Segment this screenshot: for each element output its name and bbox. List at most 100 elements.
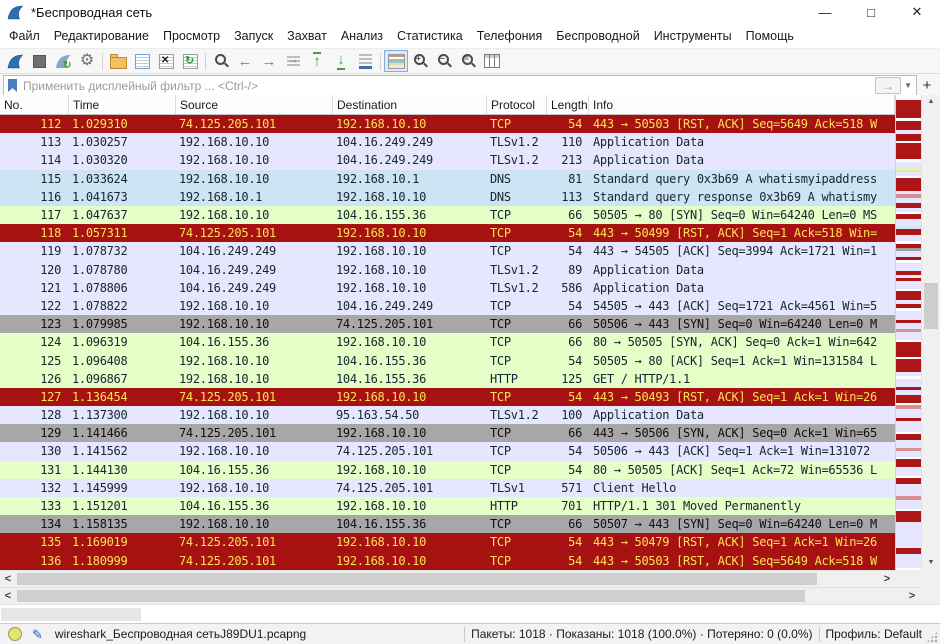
cell-length: 54	[547, 117, 589, 131]
filter-history-caret-icon[interactable]: ▼	[904, 81, 912, 90]
start-capture-button[interactable]	[3, 50, 27, 72]
open-file-button[interactable]	[106, 50, 130, 72]
menu-capture[interactable]: Захват	[280, 26, 334, 46]
minimize-button[interactable]: —	[802, 0, 848, 24]
go-to-packet-button[interactable]: →	[281, 50, 305, 72]
menu-view[interactable]: Просмотр	[156, 26, 227, 46]
packet-row-115[interactable]: 1151.033624192.168.10.10192.168.10.1DNS8…	[0, 170, 895, 188]
go-back-button[interactable]: ←	[233, 50, 257, 72]
collapsed-pane-scrollbar-thumb[interactable]	[1, 608, 141, 621]
menu-file[interactable]: Файл	[2, 26, 47, 46]
go-last-packet-button[interactable]: ↓	[329, 50, 353, 72]
packet-row-122[interactable]: 1221.078822192.168.10.10104.16.249.249TC…	[0, 297, 895, 315]
apply-filter-button[interactable]: →	[875, 77, 901, 94]
colorize-packets-button[interactable]	[384, 50, 408, 72]
packet-row-129[interactable]: 1291.14146674.125.205.101192.168.10.10TC…	[0, 424, 895, 442]
maximize-button[interactable]: □	[848, 0, 894, 24]
column-header-info[interactable]: Info	[589, 95, 895, 114]
zoom-out-button[interactable]: −	[432, 50, 456, 72]
packet-row-128[interactable]: 1281.137300192.168.10.1095.163.54.50TLSv…	[0, 406, 895, 424]
go-forward-button[interactable]: →	[257, 50, 281, 72]
detail-pane-hscrollbar[interactable]: < >	[0, 587, 920, 604]
packet-row-113[interactable]: 1131.030257192.168.10.10104.16.249.249TL…	[0, 133, 895, 151]
packet-list-hscrollbar[interactable]: < >	[0, 570, 895, 587]
goto-packet-icon: →	[287, 56, 300, 67]
resize-grip[interactable]	[926, 631, 938, 643]
zoom-in-button[interactable]: +	[408, 50, 432, 72]
scroll-down-icon[interactable]	[922, 556, 940, 570]
menu-wireless[interactable]: Беспроводной	[549, 26, 646, 46]
capture-options-button[interactable]: ⚙	[75, 50, 99, 72]
vertical-scrollbar[interactable]	[921, 95, 940, 570]
expert-info-icon[interactable]	[8, 627, 22, 641]
find-packet-button[interactable]	[209, 50, 233, 72]
packet-row-130[interactable]: 1301.141562192.168.10.1074.125.205.101TC…	[0, 442, 895, 460]
reload-file-button[interactable]	[178, 50, 202, 72]
profile-label[interactable]: Профиль: Default	[826, 627, 923, 641]
menu-telephony[interactable]: Телефония	[470, 26, 550, 46]
hscrollbar-thumb[interactable]	[17, 573, 817, 585]
packet-row-124[interactable]: 1241.096319104.16.155.36192.168.10.10TCP…	[0, 333, 895, 351]
packet-row-112[interactable]: 1121.02931074.125.205.101192.168.10.10TC…	[0, 115, 895, 133]
packet-row-127[interactable]: 1271.13645474.125.205.101192.168.10.10TC…	[0, 388, 895, 406]
cell-protocol: TLSv1.2	[487, 153, 547, 167]
packet-row-123[interactable]: 1231.079985192.168.10.1074.125.205.101TC…	[0, 315, 895, 333]
menu-go[interactable]: Запуск	[227, 26, 280, 46]
display-filter-input[interactable]: Применить дисплейный фильтр ... <Ctrl-/>…	[3, 75, 917, 96]
column-header-no[interactable]: No.	[0, 95, 69, 114]
vertical-scrollbar-thumb[interactable]	[924, 283, 938, 329]
cell-destination: 192.168.10.10	[333, 554, 487, 568]
stop-capture-button[interactable]	[27, 50, 51, 72]
column-header-time[interactable]: Time	[69, 95, 176, 114]
go-first-packet-button[interactable]: ↑	[305, 50, 329, 72]
menu-tools[interactable]: Инструменты	[647, 26, 739, 46]
filter-bookmark-icon[interactable]	[8, 79, 17, 92]
packet-row-134[interactable]: 1341.158135192.168.10.10104.16.155.36TCP…	[0, 515, 895, 533]
packet-row-131[interactable]: 1311.144130104.16.155.36192.168.10.10TCP…	[0, 461, 895, 479]
cell-time: 1.158135	[69, 517, 176, 531]
packet-row-117[interactable]: 1171.047637192.168.10.10104.16.155.36TCP…	[0, 206, 895, 224]
menu-statistics[interactable]: Статистика	[390, 26, 470, 46]
close-file-button[interactable]	[154, 50, 178, 72]
packet-row-114[interactable]: 1141.030320192.168.10.10104.16.249.249TL…	[0, 151, 895, 169]
close-button[interactable]: ✕	[894, 0, 940, 24]
column-header-length[interactable]: Length	[547, 95, 589, 114]
cell-time: 1.079985	[69, 317, 176, 331]
packet-row-126[interactable]: 1261.096867192.168.10.10104.16.155.36HTT…	[0, 370, 895, 388]
packet-row-116[interactable]: 1161.041673192.168.10.1192.168.10.10DNS1…	[0, 188, 895, 206]
cell-info: 443 → 50503 [RST, ACK] Seq=5649 Ack=518 …	[589, 554, 895, 568]
packet-row-121[interactable]: 1211.078806104.16.249.249192.168.10.10TL…	[0, 279, 895, 297]
capture-comment-icon[interactable]: ✎	[32, 628, 43, 641]
menu-edit[interactable]: Редактирование	[47, 26, 156, 46]
hscrollbar-thumb[interactable]	[17, 590, 805, 602]
column-header-source[interactable]: Source	[176, 95, 333, 114]
column-header-destination[interactable]: Destination	[333, 95, 487, 114]
packet-row-135[interactable]: 1351.16901974.125.205.101192.168.10.10TC…	[0, 533, 895, 551]
resize-columns-button[interactable]	[480, 50, 504, 72]
packet-row-125[interactable]: 1251.096408192.168.10.10104.16.155.36TCP…	[0, 351, 895, 369]
packet-row-136[interactable]: 1361.18099974.125.205.101192.168.10.10TC…	[0, 552, 895, 570]
cell-source: 104.16.155.36	[176, 335, 333, 349]
packet-row-133[interactable]: 1331.151201104.16.155.36192.168.10.10HTT…	[0, 497, 895, 515]
cell-length: 586	[547, 281, 589, 295]
save-file-button[interactable]	[130, 50, 154, 72]
scroll-right-icon[interactable]: >	[904, 588, 920, 604]
scroll-up-icon[interactable]	[922, 95, 940, 109]
packet-row-118[interactable]: 1181.05731174.125.205.101192.168.10.10TC…	[0, 224, 895, 242]
packet-row-132[interactable]: 1321.145999192.168.10.1074.125.205.101TL…	[0, 479, 895, 497]
zoom-reset-button[interactable]: =	[456, 50, 480, 72]
menu-help[interactable]: Помощь	[739, 26, 801, 46]
svg-text:↻: ↻	[63, 60, 71, 69]
packet-row-120[interactable]: 1201.078780104.16.249.249192.168.10.10TL…	[0, 261, 895, 279]
add-filter-button[interactable]: +	[917, 77, 937, 94]
restart-capture-button[interactable]: ↻	[51, 50, 75, 72]
cell-length: 113	[547, 190, 589, 204]
scroll-left-icon[interactable]: <	[0, 588, 16, 604]
scroll-left-icon[interactable]: <	[0, 571, 16, 587]
packet-row-119[interactable]: 1191.078732104.16.249.249192.168.10.10TC…	[0, 242, 895, 260]
auto-scroll-button[interactable]	[353, 50, 377, 72]
scroll-right-icon[interactable]: >	[879, 571, 895, 587]
menu-analyze[interactable]: Анализ	[334, 26, 390, 46]
column-header-protocol[interactable]: Protocol	[487, 95, 547, 114]
intelligent-scrollbar-minimap[interactable]	[895, 95, 922, 570]
